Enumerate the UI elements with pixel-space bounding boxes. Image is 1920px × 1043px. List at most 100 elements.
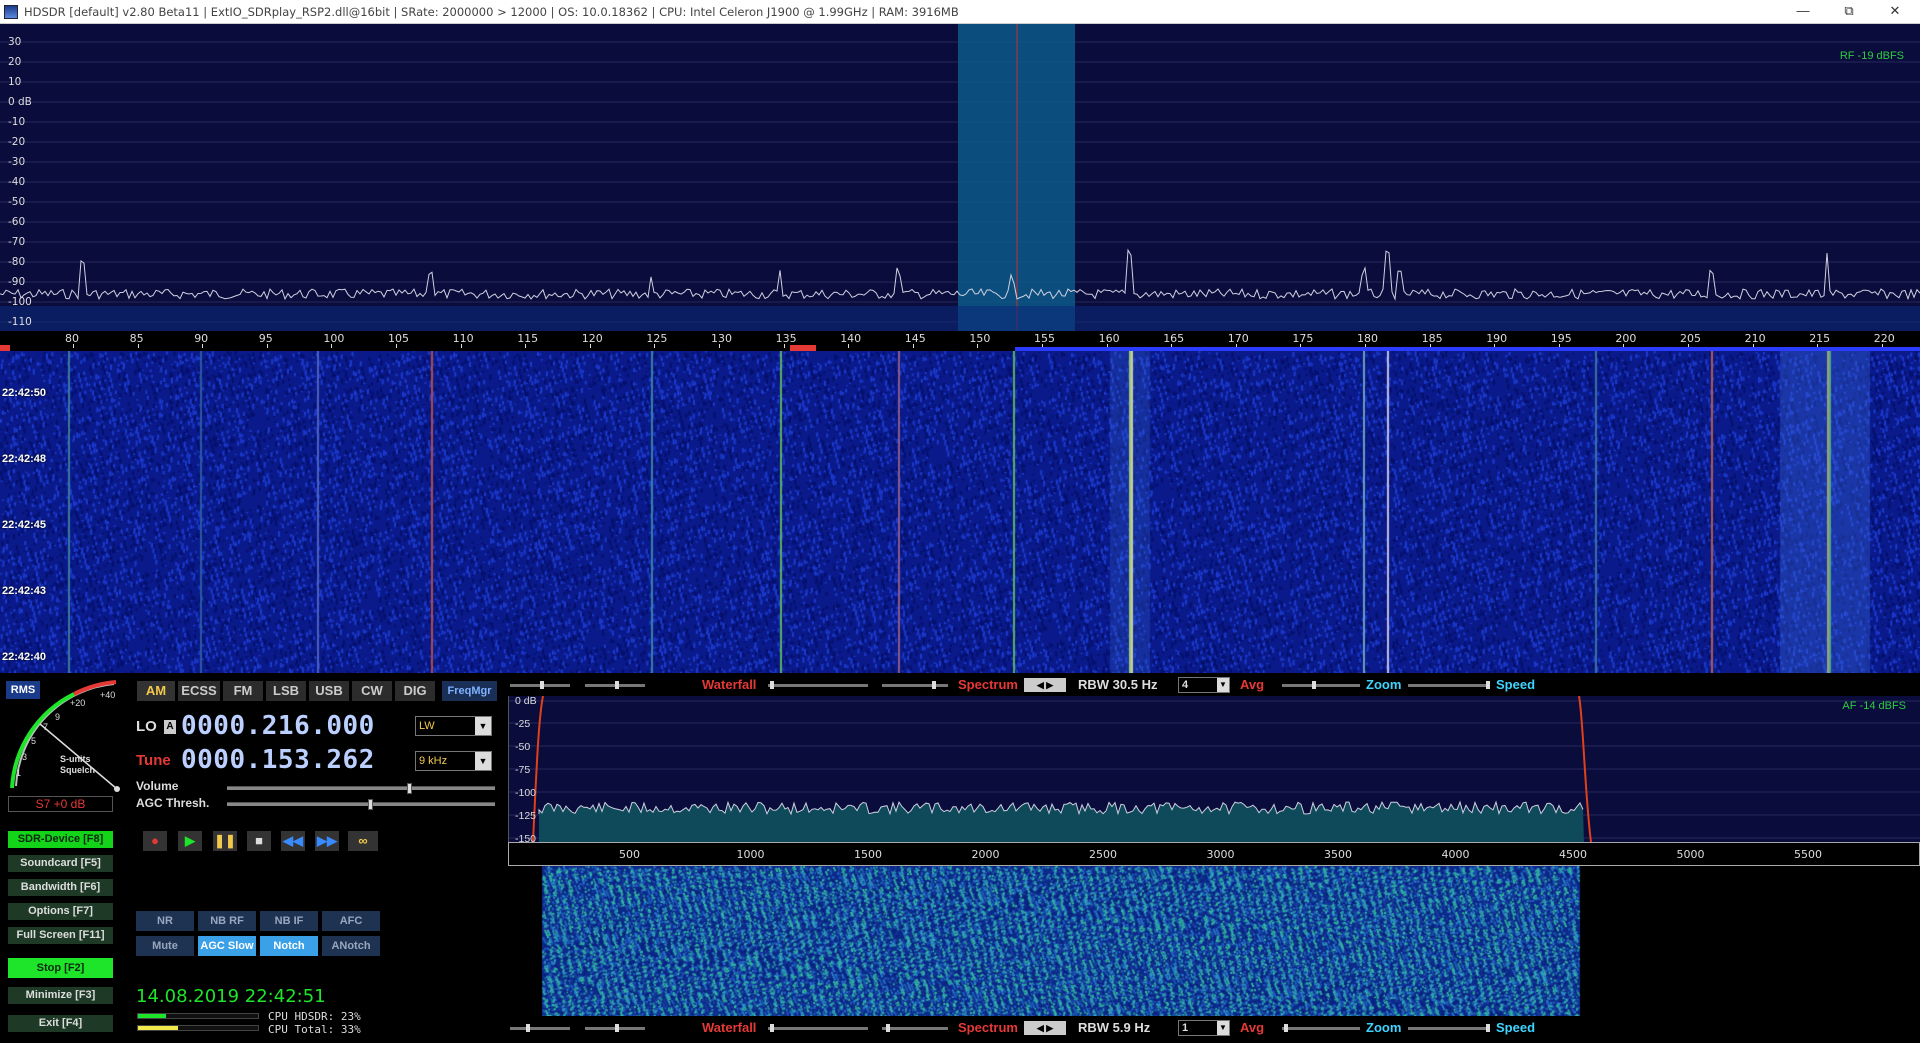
nb-if-button[interactable]: NB IF xyxy=(260,911,318,931)
band-select[interactable]: LW ▼ xyxy=(415,716,492,736)
pause-button[interactable]: ❚❚ xyxy=(213,831,237,851)
zoom-slider[interactable] xyxy=(1282,681,1360,689)
nr-button[interactable]: NR xyxy=(136,911,194,931)
rf-db-label: -40 xyxy=(8,176,26,188)
volume-slider[interactable] xyxy=(227,783,495,794)
tune-frequency[interactable]: 0000.153.262 xyxy=(181,745,375,775)
rf-freq-label: 160 xyxy=(1098,332,1120,345)
rf-freq-tick xyxy=(202,344,204,348)
af-avg-select[interactable]: 1 ▼ xyxy=(1178,1020,1230,1036)
anotch-button[interactable]: ANotch xyxy=(322,936,380,956)
sdr-device-button[interactable]: SDR-Device [F8] xyxy=(8,831,113,848)
notch-button[interactable]: Notch xyxy=(260,936,318,956)
af-waterfall-contrast-slider[interactable] xyxy=(510,1024,570,1032)
af-waterfall[interactable] xyxy=(508,866,1920,1016)
rf-db-label: -30 xyxy=(8,156,26,168)
restore-window-button[interactable]: ⧉ xyxy=(1826,0,1872,24)
rf-freq-tick xyxy=(719,344,720,348)
agc-thresh-slider-thumb[interactable] xyxy=(368,799,373,810)
afc-button[interactable]: AFC xyxy=(322,911,380,931)
rbw-nav-arrows[interactable]: ◀ ▶ xyxy=(1024,678,1066,692)
smeter-units-label: S-units xyxy=(60,754,91,764)
lo-a-badge[interactable]: A xyxy=(164,720,176,734)
mode-am-button[interactable]: AM xyxy=(137,681,175,701)
mode-fm-button[interactable]: FM xyxy=(223,681,263,701)
af-freq-label: 1500 xyxy=(854,848,882,861)
loop-button[interactable]: ∞ xyxy=(348,831,378,851)
close-window-button[interactable]: ✕ xyxy=(1872,0,1918,24)
smeter-squelch-label[interactable]: Squelch xyxy=(60,765,95,775)
rf-db-label: 10 xyxy=(8,76,22,88)
full-screen-button[interactable]: Full Screen [F11] xyxy=(8,927,113,944)
exit-button[interactable]: Exit [F4] xyxy=(8,1015,113,1032)
af-spectrum-brightness-slider[interactable] xyxy=(882,1024,948,1032)
mode-lsb-button[interactable]: LSB xyxy=(266,681,306,701)
af-freq-label: 3000 xyxy=(1206,848,1235,861)
af-spectrum-contrast-slider[interactable] xyxy=(768,1024,868,1032)
mode-usb-button[interactable]: USB xyxy=(309,681,349,701)
spectrum-contrast-slider[interactable] xyxy=(768,681,868,689)
waterfall-label: Waterfall xyxy=(702,677,757,692)
record-button[interactable]: ● xyxy=(143,831,167,851)
rewind-button[interactable]: ◀◀ xyxy=(281,831,305,851)
cpu-total-bar xyxy=(137,1025,259,1031)
agc-thresh-slider[interactable] xyxy=(227,799,495,810)
stop-playback-button[interactable]: ■ xyxy=(247,831,271,851)
smeter-readout: S7 +0 dB xyxy=(8,796,113,812)
waterfall-contrast-slider[interactable] xyxy=(510,681,570,689)
options-button[interactable]: Options [F7] xyxy=(8,903,113,920)
stop-button[interactable]: Stop [F2] xyxy=(8,958,113,978)
af-waterfall-canvas xyxy=(508,866,1920,1016)
waterfall-brightness-slider[interactable] xyxy=(585,681,645,689)
rf-db-label: -80 xyxy=(8,256,26,268)
af-spectrum-canvas xyxy=(509,696,1920,842)
lo-frequency[interactable]: 0000.216.000 xyxy=(181,711,375,741)
agc-slow-button[interactable]: AGC Slow xyxy=(198,936,256,956)
play-button[interactable]: ▶ xyxy=(178,831,202,851)
af-avg-value: 1 xyxy=(1182,1022,1189,1034)
af-frequency-scale[interactable]: 500 1000 1500 2000 2500 3000 3500 4000 4500 5000 5… xyxy=(508,842,1920,866)
rf-db-label: 0 dB xyxy=(8,96,32,108)
spectrum-brightness-slider[interactable] xyxy=(882,681,948,689)
nb-rf-button[interactable]: NB RF xyxy=(198,911,256,931)
mode-cw-button[interactable]: CW xyxy=(352,681,392,701)
rf-frequency-scale[interactable]: 80 85 90 95 100 105 110 115 120 125 130 135 140 145 15… xyxy=(0,331,1920,351)
af-zoom-slider[interactable] xyxy=(1282,1024,1360,1032)
rf-spectrum[interactable]: RF -19 dBFS 30 20 10 0 dB -10 -20 -30 -40 -50 -60… xyxy=(0,24,1920,331)
rf-freq-label: 80 xyxy=(65,332,79,345)
af-waterfall-brightness-slider[interactable] xyxy=(585,1024,645,1032)
zoom-label: Zoom xyxy=(1366,677,1402,692)
avg-select[interactable]: 4 ▼ xyxy=(1178,677,1230,693)
rf-db-label: -50 xyxy=(8,196,26,208)
af-rbw-nav-arrows[interactable]: ◀ ▶ xyxy=(1024,1021,1066,1035)
chevron-down-icon: ▼ xyxy=(1217,1021,1229,1035)
af-db-label: -100 xyxy=(515,787,537,799)
rf-freq-label: 210 xyxy=(1744,332,1766,345)
bandwidth-select[interactable]: 9 kHz ▼ xyxy=(415,751,492,771)
volume-slider-thumb[interactable] xyxy=(407,783,412,794)
rf-freq-label: 185 xyxy=(1421,332,1443,345)
af-display-toolbar: Waterfall Spectrum ◀ ▶ RBW 5.9 Hz 1 ▼ Avg… xyxy=(510,1020,1920,1036)
af-spectrum[interactable]: AF -14 dBFS 0 dB -25 -50 -75 -100 -125 -150 xyxy=(508,696,1920,842)
freqmgr-button[interactable]: FreqMgr xyxy=(442,681,497,701)
af-waterfall-label: Waterfall xyxy=(702,1020,757,1035)
rf-freq-tick xyxy=(977,344,979,348)
mode-dig-button[interactable]: DIG xyxy=(395,681,435,701)
mode-ecss-button[interactable]: ECSS xyxy=(178,681,220,701)
cpu-total-label: CPU Total: 33% xyxy=(268,1023,361,1036)
chevron-down-icon: ▼ xyxy=(475,717,491,735)
speed-slider[interactable] xyxy=(1408,681,1490,689)
fast-forward-button[interactable]: ▶▶ xyxy=(315,831,339,851)
minimize-window-button[interactable]: — xyxy=(1780,0,1826,24)
minimize-button[interactable]: Minimize [F3] xyxy=(8,987,113,1004)
af-speed-slider[interactable] xyxy=(1408,1024,1490,1032)
cpu-hdsdr-label: CPU HDSDR: 23% xyxy=(268,1010,361,1023)
rf-freq-tick xyxy=(73,344,74,348)
bandwidth-button[interactable]: Bandwidth [F6] xyxy=(8,879,113,896)
waterfall-timestamp: 22:42:48 xyxy=(2,453,47,465)
af-level-readout: AF -14 dBFS xyxy=(1842,700,1906,712)
soundcard-button[interactable]: Soundcard [F5] xyxy=(8,855,113,872)
rf-level-readout: RF -19 dBFS xyxy=(1839,50,1904,62)
rf-waterfall[interactable]: 22:42:50 22:42:48 22:42:45 22:42:43 22:42:40 xyxy=(0,351,1920,673)
mute-button[interactable]: Mute xyxy=(136,936,194,956)
